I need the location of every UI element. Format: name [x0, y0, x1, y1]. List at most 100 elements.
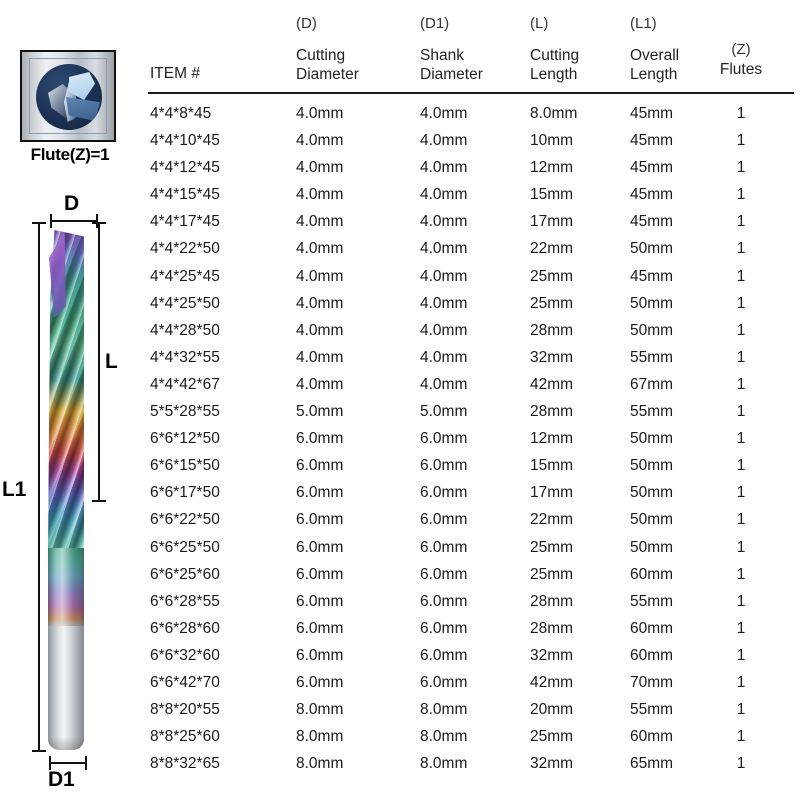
column-header-d-line1: Cutting — [296, 46, 346, 64]
cell-cutting-diameter: 4.0mm — [296, 375, 344, 393]
cell-cutting-length: 12mm — [530, 159, 574, 177]
dimension-cap-l-top — [92, 222, 106, 224]
table-row: 6*6*25*60 6.0mm 6.0mm 25mm 60mm 1 — [148, 561, 800, 588]
cell-cutting-diameter: 4.0mm — [296, 213, 344, 231]
cell-flutes: 1 — [736, 321, 746, 339]
cell-overall-length: 55mm — [630, 592, 674, 610]
table-row: 4*4*25*50 4.0mm 4.0mm 25mm 50mm 1 — [148, 290, 800, 317]
table-row: 4*4*15*45 4.0mm 4.0mm 15mm 45mm 1 — [148, 181, 800, 208]
cell-flutes: 1 — [736, 267, 746, 285]
cell-overall-length: 45mm — [630, 159, 674, 177]
cell-flutes: 1 — [736, 375, 746, 393]
cell-cutting-length: 25mm — [530, 538, 574, 556]
cell-flutes: 1 — [736, 348, 746, 366]
cell-item-number: 4*4*28*50 — [150, 321, 220, 339]
cell-overall-length: 70mm — [630, 673, 674, 691]
cell-cutting-diameter: 8.0mm — [296, 701, 344, 719]
cell-cutting-length: 17mm — [530, 484, 574, 502]
cell-overall-length: 60mm — [630, 565, 674, 583]
cell-overall-length: 60mm — [630, 619, 674, 637]
table-row: 4*4*28*50 4.0mm 4.0mm 28mm 50mm 1 — [148, 317, 800, 344]
flute-cross-section-image — [20, 50, 116, 142]
dimension-label-l1: L1 — [2, 478, 27, 501]
cell-shank-diameter: 6.0mm — [420, 673, 468, 691]
column-header-cutting-length: (L) Cutting Length — [530, 14, 579, 85]
cell-item-number: 4*4*25*45 — [150, 267, 220, 285]
column-header-d1-line1: Shank — [420, 46, 464, 64]
flute-circle-icon — [36, 64, 102, 130]
cell-cutting-length: 32mm — [530, 755, 574, 773]
cell-overall-length: 50mm — [630, 511, 674, 529]
table-row: 4*4*17*45 4.0mm 4.0mm 17mm 45mm 1 — [148, 208, 800, 235]
dimension-label-d1: D1 — [48, 768, 75, 791]
cell-shank-diameter: 6.0mm — [420, 511, 468, 529]
table-row: 4*4*32*55 4.0mm 4.0mm 32mm 55mm 1 — [148, 344, 800, 371]
cell-item-number: 4*4*17*45 — [150, 213, 220, 231]
cell-shank-diameter: 4.0mm — [420, 105, 468, 122]
column-header-d-code: (D) — [296, 15, 317, 32]
cell-shank-diameter: 6.0mm — [420, 484, 468, 502]
cell-cutting-diameter: 6.0mm — [296, 646, 344, 664]
column-header-l-code: (L) — [530, 15, 549, 32]
tool-illustration-panel: Flute(Z)=1 D L L1 D1 — [0, 0, 145, 800]
cell-item-number: 4*4*15*45 — [150, 186, 220, 204]
cell-item-number: 4*4*42*67 — [150, 375, 220, 393]
cell-flutes: 1 — [736, 619, 746, 637]
cell-overall-length: 50mm — [630, 538, 674, 556]
cell-overall-length: 65mm — [630, 755, 674, 773]
cell-flutes: 1 — [736, 511, 746, 529]
table-row: 6*6*22*50 6.0mm 6.0mm 22mm 50mm 1 — [148, 506, 800, 533]
cell-shank-diameter: 4.0mm — [420, 348, 468, 366]
cell-cutting-diameter: 4.0mm — [296, 186, 344, 204]
cell-shank-diameter: 6.0mm — [420, 538, 468, 556]
cell-shank-diameter: 4.0mm — [420, 186, 468, 204]
table-row: 4*4*8*45 4.0mm 4.0mm 8.0mm 45mm 1 — [148, 100, 800, 127]
cell-shank-diameter: 4.0mm — [420, 132, 468, 150]
cell-cutting-length: 32mm — [530, 348, 574, 366]
cell-cutting-diameter: 6.0mm — [296, 619, 344, 637]
cell-item-number: 6*6*15*50 — [150, 457, 220, 475]
cell-overall-length: 50mm — [630, 294, 674, 312]
table-row: 6*6*28*55 6.0mm 6.0mm 28mm 55mm 1 — [148, 588, 800, 615]
cell-cutting-diameter: 6.0mm — [296, 673, 344, 691]
cell-item-number: 8*8*32*65 — [150, 755, 220, 773]
cell-flutes: 1 — [736, 403, 746, 421]
cell-flutes: 1 — [736, 538, 746, 556]
cell-cutting-length: 22mm — [530, 240, 574, 258]
cell-overall-length: 55mm — [630, 403, 674, 421]
cell-overall-length: 50mm — [630, 430, 674, 448]
cell-item-number: 4*4*8*45 — [150, 105, 212, 122]
table-row: 6*6*32*60 6.0mm 6.0mm 32mm 60mm 1 — [148, 642, 800, 669]
column-header-item: ITEM # — [150, 64, 200, 84]
cell-cutting-length: 25mm — [530, 294, 574, 312]
column-header-l1-line2: Length — [630, 66, 678, 83]
cell-item-number: 6*6*12*50 — [150, 430, 220, 448]
cell-cutting-diameter: 5.0mm — [296, 403, 344, 421]
cell-cutting-length: 42mm — [530, 375, 574, 393]
column-header-shank-diameter: (D1) Shank Diameter — [420, 14, 483, 85]
cell-cutting-length: 25mm — [530, 728, 574, 746]
column-header-l-line2: Length — [530, 66, 578, 83]
column-header-z-line1: Flutes — [719, 60, 763, 78]
cell-shank-diameter: 4.0mm — [420, 213, 468, 231]
dimension-label-l: L — [105, 350, 118, 373]
table-row: 6*6*25*50 6.0mm 6.0mm 25mm 50mm 1 — [148, 534, 800, 561]
cell-cutting-diameter: 4.0mm — [296, 294, 344, 312]
cell-overall-length: 50mm — [630, 457, 674, 475]
cell-shank-diameter: 4.0mm — [420, 375, 468, 393]
cell-cutting-length: 42mm — [530, 673, 574, 691]
table-row: 6*6*15*50 6.0mm 6.0mm 15mm 50mm 1 — [148, 452, 800, 479]
cell-item-number: 6*6*32*60 — [150, 646, 220, 664]
column-header-flutes: (Z) Flutes — [718, 40, 764, 79]
cell-cutting-diameter: 4.0mm — [296, 267, 344, 285]
table-row: 8*8*25*60 8.0mm 8.0mm 25mm 60mm 1 — [148, 723, 800, 750]
cell-flutes: 1 — [736, 755, 746, 773]
dimension-line-l — [98, 222, 100, 500]
cell-overall-length: 60mm — [630, 728, 674, 746]
cell-flutes: 1 — [736, 430, 746, 448]
cell-cutting-length: 28mm — [530, 321, 574, 339]
cell-flutes: 1 — [736, 294, 746, 312]
mill-shank-end-shadow — [48, 738, 84, 750]
cell-flutes: 1 — [736, 105, 746, 122]
dimension-cap-l1-bottom — [32, 750, 46, 752]
